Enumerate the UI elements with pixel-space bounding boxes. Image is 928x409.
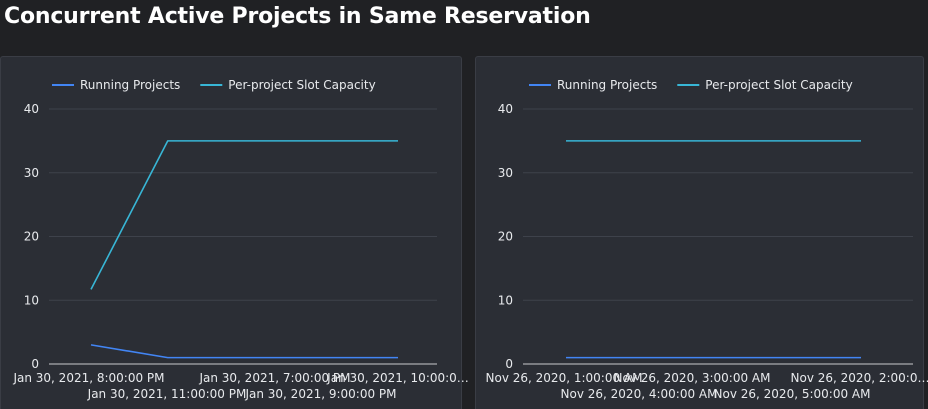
x-tick-label: Jan 30, 2021, 10:00:0… [326,371,469,385]
chart-panel-right: 0 10 20 30 40 Nov 26, 2020, 1:00:00 AM Nov 26,… [475,56,928,409]
legend-label-running-projects: Running Projects [80,78,180,92]
series-line-running-projects [90,344,398,359]
page-title: Concurrent Active Projects in Same Reser… [4,4,591,29]
chart-left: 0 10 20 30 40 Jan 30, 2021, 8:00:00 PM Jan 30,… [12,78,468,401]
y-tick-label: 0 [505,357,513,371]
y-tick-label: 0 [31,357,39,371]
y-tick-label: 40 [24,102,39,116]
x-tick-label: Nov 26, 2020, 3:00:00 AM [614,371,771,385]
y-tick-label: 30 [24,166,39,180]
y-tick-label: 30 [498,166,513,180]
x-tick-label: Nov 26, 2020, 5:00:00 AM [714,387,871,401]
x-tick-label: Jan 30, 2021, 8:00:00 PM [12,371,164,385]
x-tick-label: Nov 26, 2020, 4:00:00 AM [561,387,718,401]
chart-right: 010203040Nov 26, 2020, 1:00:00 AMNov 26,… [486,78,928,401]
x-tick-label: Jan 30, 2021, 11:00:00 PM [87,387,247,401]
chart-panel-left: 0 10 20 30 40 Jan 30, 2021, 8:00:00 PM Jan 30,… [0,56,469,409]
legend-label-slot-capacity: Per-project Slot Capacity [228,78,375,92]
y-tick-label: 20 [24,230,39,244]
x-tick-label: Nov 26, 2020, 2:00:0… [791,371,928,385]
x-tick-label: Jan 30, 2021, 9:00:00 PM [244,387,396,401]
y-tick-label: 10 [498,293,513,307]
y-tick-label: 40 [498,102,513,116]
y-tick-label: 20 [498,230,513,244]
legend-label-slot-capacity: Per-project Slot Capacity [705,78,852,92]
series-line-slot-capacity [90,140,398,290]
legend-label-running-projects: Running Projects [557,78,657,92]
y-tick-label: 10 [24,293,39,307]
